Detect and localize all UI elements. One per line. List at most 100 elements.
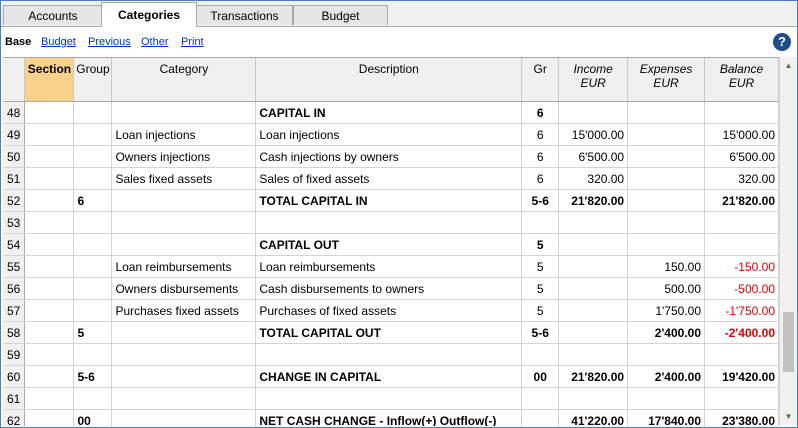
cell-expenses[interactable]	[627, 387, 706, 410]
cell-description[interactable]	[255, 343, 523, 366]
cell-category[interactable]: Purchases fixed assets	[111, 299, 257, 322]
cell-section[interactable]	[24, 277, 75, 300]
cell-income[interactable]	[558, 233, 629, 256]
cell-balance[interactable]	[704, 343, 779, 366]
table-row[interactable]: 55 Loan reimbursements Loan reimbursements…	[3, 255, 779, 278]
table-row[interactable]: 53	[3, 211, 779, 234]
row-number[interactable]: 49	[3, 123, 26, 146]
cell-gr[interactable]: 5	[521, 277, 560, 300]
cell-group[interactable]	[73, 211, 113, 234]
scroll-down-arrow-icon[interactable]: ▼	[780, 408, 797, 425]
cell-balance[interactable]: 19'420.00	[704, 365, 779, 388]
cell-group[interactable]	[73, 145, 113, 168]
cell-gr[interactable]	[521, 211, 560, 234]
cell-income[interactable]	[558, 343, 629, 366]
row-number[interactable]: 59	[3, 343, 26, 366]
cell-balance[interactable]: -2'400.00	[704, 321, 779, 344]
table-row[interactable]: 50 Owners injections Cash injections by ow…	[3, 145, 779, 168]
cell-section[interactable]	[24, 211, 75, 234]
table-row[interactable]: 49 Loan injections Loan injections 6 15'000.…	[3, 123, 779, 146]
cell-section[interactable]	[24, 145, 75, 168]
cell-gr[interactable]: 5	[521, 255, 560, 278]
cell-category[interactable]: Loan injections	[111, 123, 257, 146]
column-header-group[interactable]: Group	[73, 58, 113, 102]
cell-gr[interactable]: 5	[521, 299, 560, 322]
cell-balance[interactable]: 320.00	[704, 167, 779, 190]
cell-category[interactable]: Sales fixed assets	[111, 167, 257, 190]
row-number[interactable]: 54	[3, 233, 26, 256]
cell-section[interactable]	[24, 167, 75, 190]
cell-expenses[interactable]	[627, 101, 706, 124]
cell-group[interactable]	[73, 233, 113, 256]
cell-group[interactable]	[73, 277, 113, 300]
cell-description[interactable]: CAPITAL IN	[255, 101, 523, 124]
table-row[interactable]: 57 Purchases fixed assets Purchases of fix…	[3, 299, 779, 322]
cell-description[interactable]: TOTAL CAPITAL IN	[255, 189, 523, 212]
column-header-category[interactable]: Category	[111, 58, 257, 102]
row-number[interactable]: 61	[3, 387, 26, 410]
column-header-income[interactable]: Income EUR	[558, 58, 629, 102]
tab-transactions[interactable]: Transactions	[196, 5, 293, 25]
table-row[interactable]: 60 5-6 CHANGE IN CAPITAL 00 21'820.00 2'400.0…	[3, 365, 779, 388]
cell-gr[interactable]	[521, 387, 560, 410]
cell-income[interactable]	[558, 387, 629, 410]
tab-accounts[interactable]: Accounts	[3, 5, 103, 25]
cell-income[interactable]: 15'000.00	[558, 123, 629, 146]
table-row[interactable]: 52 6 TOTAL CAPITAL IN 5-6 21'820.00 21'820.00	[3, 189, 779, 212]
cell-income[interactable]: 6'500.00	[558, 145, 629, 168]
table-row[interactable]: 62 00 NET CASH CHANGE - Inflow(+) Outflow(…	[3, 409, 779, 426]
scroll-up-arrow-icon[interactable]: ▲	[780, 57, 797, 74]
table-row[interactable]: 59	[3, 343, 779, 366]
cell-category[interactable]	[111, 233, 257, 256]
cell-income[interactable]: 21'820.00	[558, 365, 629, 388]
cell-section[interactable]	[24, 321, 75, 344]
cell-expenses[interactable]	[627, 343, 706, 366]
cell-section[interactable]	[24, 343, 75, 366]
view-previous[interactable]: Previous	[88, 36, 131, 48]
cell-balance[interactable]: -150.00	[704, 255, 779, 278]
view-base[interactable]: Base	[5, 36, 31, 48]
cell-description[interactable]: CAPITAL OUT	[255, 233, 523, 256]
cell-expenses[interactable]: 17'840.00	[627, 409, 706, 426]
cell-group[interactable]	[73, 123, 113, 146]
cell-expenses[interactable]: 2'400.00	[627, 321, 706, 344]
cell-group[interactable]: 00	[73, 409, 113, 426]
cell-section[interactable]	[24, 365, 75, 388]
cell-expenses[interactable]	[627, 123, 706, 146]
cell-balance[interactable]	[704, 101, 779, 124]
cell-section[interactable]	[24, 387, 75, 410]
column-header-gr[interactable]: Gr	[521, 58, 560, 102]
cell-expenses[interactable]: 1'750.00	[627, 299, 706, 322]
cell-income[interactable]	[558, 299, 629, 322]
table-row[interactable]: 48 CAPITAL IN 6	[3, 101, 779, 124]
table-row[interactable]: 56 Owners disbursements Cash disbursements…	[3, 277, 779, 300]
table-row[interactable]: 51 Sales fixed assets Sales of fixed asset…	[3, 167, 779, 190]
cell-category[interactable]	[111, 365, 257, 388]
cell-gr[interactable]: 00	[521, 365, 560, 388]
row-number[interactable]: 58	[3, 321, 26, 344]
view-print[interactable]: Print	[181, 36, 204, 48]
cell-gr[interactable]	[521, 409, 560, 426]
cell-description[interactable]: Loan injections	[255, 123, 523, 146]
row-number[interactable]: 52	[3, 189, 26, 212]
cell-category[interactable]: Loan reimbursements	[111, 255, 257, 278]
cell-balance[interactable]: 21'820.00	[704, 189, 779, 212]
cell-category[interactable]	[111, 101, 257, 124]
row-number[interactable]: 51	[3, 167, 26, 190]
cell-description[interactable]: Cash disbursements to owners	[255, 277, 523, 300]
cell-group[interactable]: 6	[73, 189, 113, 212]
cell-income[interactable]	[558, 277, 629, 300]
cell-description[interactable]: Sales of fixed assets	[255, 167, 523, 190]
cell-section[interactable]	[24, 233, 75, 256]
row-number[interactable]: 56	[3, 277, 26, 300]
cell-group[interactable]: 5	[73, 321, 113, 344]
cell-description[interactable]: Cash injections by owners	[255, 145, 523, 168]
table-row[interactable]: 58 5 TOTAL CAPITAL OUT 5-6 2'400.00 -2'400.00	[3, 321, 779, 344]
cell-income[interactable]: 21'820.00	[558, 189, 629, 212]
cell-description[interactable]	[255, 211, 523, 234]
cell-group[interactable]	[73, 343, 113, 366]
cell-description[interactable]: Loan reimbursements	[255, 255, 523, 278]
cell-expenses[interactable]	[627, 189, 706, 212]
column-header-section[interactable]: Section	[24, 58, 75, 102]
cell-balance[interactable]: -1'750.00	[704, 299, 779, 322]
